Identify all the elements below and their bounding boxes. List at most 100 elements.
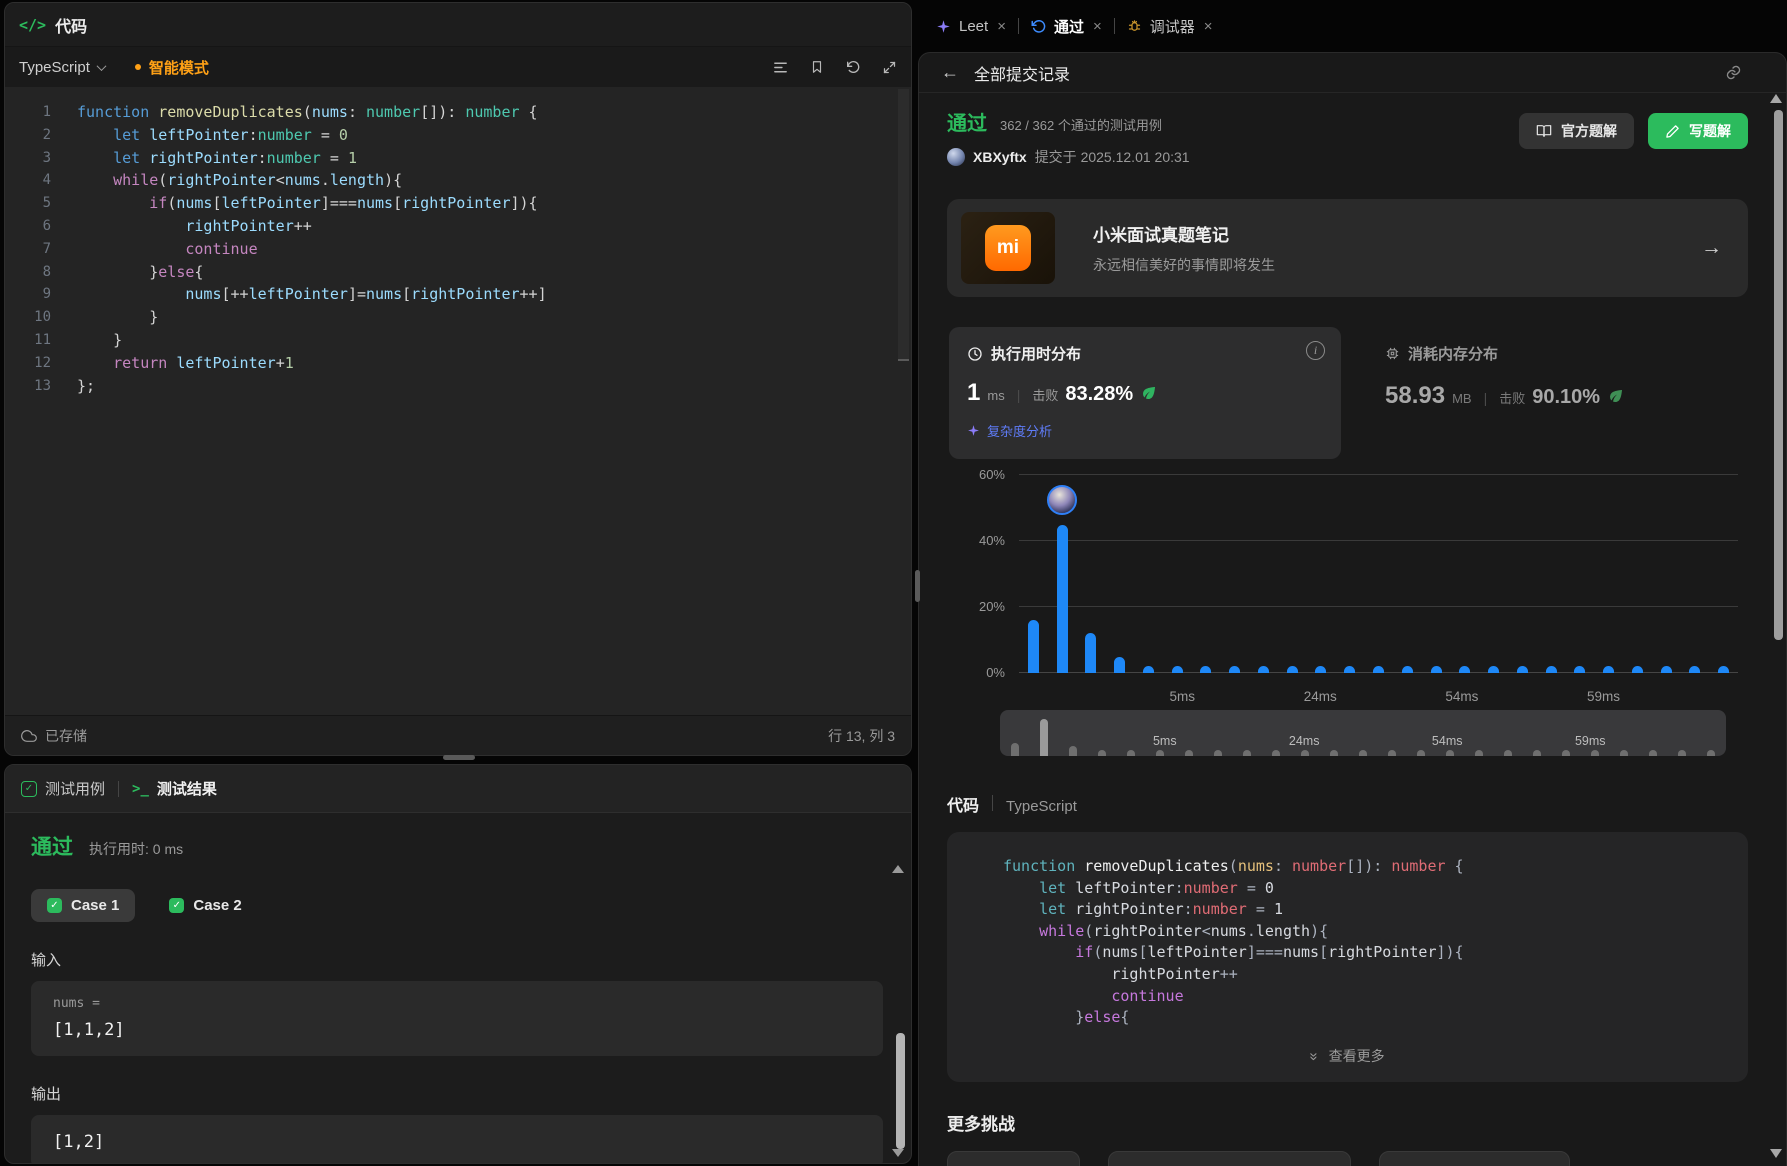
close-icon[interactable]: × — [1204, 18, 1213, 35]
tab-test-cases[interactable]: ✓ 测试用例 — [21, 778, 105, 799]
runtime-dist-title: 执行用时分布 — [991, 343, 1081, 364]
panel-resize-handle-horizontal[interactable] — [443, 755, 475, 760]
chart-bar[interactable] — [1632, 666, 1643, 673]
minimap-bar — [1707, 750, 1715, 756]
chart-bar[interactable] — [1661, 666, 1672, 673]
tab-test-results[interactable]: >_ 测试结果 — [132, 778, 217, 799]
test-panel-scrollbar[interactable] — [896, 1033, 905, 1149]
y-axis-tick: 0% — [947, 665, 1005, 680]
chart-bar[interactable] — [1431, 666, 1442, 673]
right-panel-scrollbar[interactable] — [1774, 110, 1783, 640]
bookmark-icon[interactable] — [810, 59, 824, 75]
code-line[interactable]: 8 }else{ — [5, 261, 911, 284]
panel-resize-handle-vertical[interactable] — [915, 570, 920, 602]
smart-mode-toggle[interactable]: 智能模式 — [135, 57, 209, 78]
case-tab-2[interactable]: ✓Case 2 — [153, 889, 257, 922]
chart-bar[interactable] — [1689, 666, 1700, 673]
chart-bar[interactable] — [1315, 666, 1326, 673]
code-line[interactable]: 12 return leftPointer+1 — [5, 352, 911, 375]
challenge-chip[interactable]: 27. 移除元素 — [947, 1151, 1080, 1166]
code-line[interactable]: 10 } — [5, 306, 911, 329]
tab-debugger[interactable]: 调试器 × — [1127, 16, 1213, 37]
chart-bar[interactable] — [1258, 666, 1269, 673]
minimap-bar — [1011, 743, 1019, 756]
reset-code-icon[interactable] — [845, 59, 861, 75]
chart-bar[interactable] — [1172, 666, 1183, 673]
code-line[interactable]: 13}; — [5, 375, 911, 398]
scroll-up-arrow[interactable] — [1770, 94, 1782, 103]
scroll-up-arrow[interactable] — [892, 865, 904, 873]
chart-bar[interactable] — [1718, 666, 1729, 673]
input-box[interactable]: nums = [1,1,2] — [31, 981, 883, 1056]
view-more-button[interactable]: » 查看更多 — [947, 1046, 1748, 1066]
code-line: }else{ — [977, 1007, 1718, 1029]
chart-bar[interactable] — [1057, 525, 1068, 674]
chart-bar[interactable] — [1200, 666, 1211, 673]
challenge-chip[interactable]: 80. 删除有序数组中的重复项 II — [1108, 1151, 1351, 1166]
chevron-down-icon — [96, 61, 106, 71]
chart-bar[interactable] — [1344, 666, 1355, 673]
code-line[interactable]: 5 if(nums[leftPointer]===nums[rightPoint… — [5, 192, 911, 215]
minimap-bar — [1214, 750, 1222, 756]
submission-user: XBXyftx — [973, 149, 1027, 165]
link-icon[interactable] — [1725, 64, 1742, 81]
chart-bar[interactable] — [1488, 666, 1499, 673]
code-line[interactable]: 7 continue — [5, 238, 911, 261]
code-line[interactable]: 3 let rightPointer:number = 1 — [5, 147, 911, 170]
chart-bar[interactable] — [1603, 666, 1614, 673]
close-icon[interactable]: × — [1093, 18, 1102, 35]
minimap-bar — [1678, 750, 1686, 756]
official-solution-button[interactable]: 官方题解 — [1519, 113, 1634, 149]
submission-date: 提交于 2025.12.01 20:31 — [1035, 147, 1190, 167]
minimap-bar — [1272, 750, 1280, 756]
chart-bar[interactable] — [1402, 666, 1413, 673]
chart-minimap-brush[interactable]: 5ms24ms54ms59ms — [1000, 710, 1726, 756]
code-line[interactable]: 11 } — [5, 329, 911, 352]
bug-icon — [1127, 19, 1142, 34]
tab-leet[interactable]: Leet × — [936, 18, 1006, 35]
runtime-stat-card[interactable]: 执行用时分布 i 1 ms | 击败 83.28% — [949, 327, 1341, 459]
complexity-analysis-link[interactable]: 复杂度分析 — [967, 421, 1323, 440]
scroll-down-arrow[interactable] — [1770, 1149, 1782, 1158]
chart-bar[interactable] — [1287, 666, 1298, 673]
chart-bar[interactable] — [1114, 657, 1125, 674]
expand-icon[interactable] — [882, 60, 897, 75]
code-line[interactable]: 6 rightPointer++ — [5, 215, 911, 238]
line-number: 1 — [5, 101, 51, 124]
scroll-down-arrow[interactable] — [892, 1149, 904, 1157]
challenge-chip[interactable]: 2460. 对数组执行操作 — [1379, 1151, 1570, 1166]
arrow-right-icon[interactable]: → — [1701, 236, 1722, 260]
line-number: 3 — [5, 147, 51, 170]
chart-bar[interactable] — [1229, 666, 1240, 673]
chart-bar[interactable] — [1517, 666, 1528, 673]
info-icon[interactable]: i — [1306, 341, 1325, 360]
tab-submission[interactable]: 通过 × — [1031, 16, 1102, 37]
write-solution-button[interactable]: 写题解 — [1648, 113, 1748, 149]
chart-bar[interactable] — [1143, 666, 1154, 673]
code-line[interactable]: 4 while(rightPointer<nums.length){ — [5, 169, 911, 192]
language-select[interactable]: TypeScript — [19, 59, 105, 76]
chart-bar[interactable] — [1574, 666, 1585, 673]
format-code-icon[interactable] — [772, 59, 789, 76]
code-line[interactable]: 1function removeDuplicates(nums: number[… — [5, 101, 911, 124]
promo-banner[interactable]: mi 小米面试真题笔记 永远相信美好的事情即将发生 → — [947, 199, 1748, 297]
code-line[interactable]: 9 nums[++leftPointer]=nums[rightPointer+… — [5, 283, 911, 306]
editor-scrollbar[interactable] — [898, 89, 909, 361]
code-line[interactable]: 2 let leftPointer:number = 0 — [5, 124, 911, 147]
check-icon: ✓ — [169, 898, 184, 913]
chart-bar[interactable] — [1085, 633, 1096, 673]
back-arrow-icon[interactable]: ← — [941, 62, 959, 83]
output-box[interactable]: [1,2] — [31, 1115, 883, 1164]
chart-bar[interactable] — [1028, 620, 1039, 673]
memory-stat-card[interactable]: 消耗内存分布 58.93 MB | 击败 90.10% — [1385, 343, 1625, 410]
close-icon[interactable]: × — [997, 18, 1006, 35]
case-tabs: ✓Case 1 ✓Case 2 — [31, 889, 885, 922]
test-runtime: 执行用时: 0 ms — [89, 839, 183, 859]
code-line: function removeDuplicates(nums: number[]… — [977, 856, 1718, 878]
promo-banner-subtitle: 永远相信美好的事情即将发生 — [1093, 255, 1275, 275]
case-tab-1[interactable]: ✓Case 1 — [31, 889, 135, 922]
chart-bar[interactable] — [1546, 666, 1557, 673]
chart-bar[interactable] — [1459, 666, 1470, 673]
chart-bar[interactable] — [1373, 666, 1384, 673]
code-area[interactable]: 1function removeDuplicates(nums: number[… — [5, 87, 911, 717]
